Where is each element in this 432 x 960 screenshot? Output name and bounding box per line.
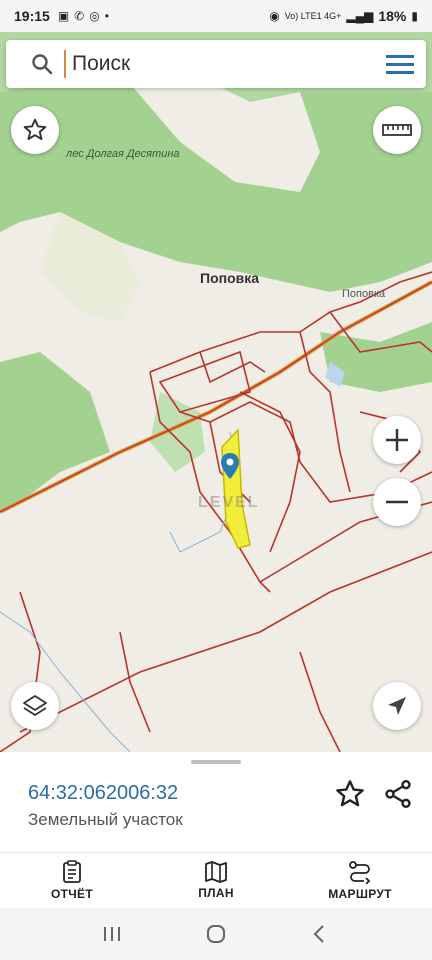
nav-report[interactable]: ОТЧЁТ xyxy=(0,853,144,908)
hotspot-icon: ◉ xyxy=(269,9,280,23)
village-small-label: Поповка xyxy=(342,288,386,300)
selected-parcel xyxy=(221,428,251,549)
parcel-type: Земельный участок xyxy=(28,810,183,829)
forest-label: лес Долгая Десятина xyxy=(66,148,180,160)
search-bar[interactable] xyxy=(6,40,426,88)
nav-route-label: МАРШРУТ xyxy=(328,887,392,901)
back-icon[interactable] xyxy=(309,923,331,945)
forest-area xyxy=(150,392,205,472)
nav-plan-label: ПЛАН xyxy=(198,886,234,900)
image-icon: ▣ xyxy=(57,9,70,23)
plus-icon xyxy=(386,429,408,451)
ruler-button[interactable] xyxy=(373,106,421,154)
nav-plan[interactable]: ПЛАН xyxy=(144,853,288,908)
parcel-info-sheet[interactable]: 64:32:062006:32 Земельный участок xyxy=(0,752,432,852)
nav-route[interactable]: МАРШРУТ xyxy=(288,853,432,908)
ruler-icon xyxy=(382,124,412,136)
favorite-star-icon[interactable] xyxy=(334,778,366,810)
home-icon[interactable] xyxy=(205,923,227,945)
system-icons: ◉ Vo) LTE1 4G+ ▂▄▆ 18% ▮ xyxy=(269,8,418,24)
missed-call-icon: ✆ xyxy=(74,9,85,23)
network-label: Vo) LTE1 4G+ xyxy=(284,11,342,21)
map-view[interactable]: лес Долгая Десятина Поповка Поповка LEVE… xyxy=(0,32,432,752)
search-input[interactable] xyxy=(64,50,374,78)
nav-report-label: ОТЧЁТ xyxy=(51,887,93,901)
map-canvas[interactable] xyxy=(0,32,432,752)
stream xyxy=(0,611,131,752)
cadastral-number: 64:32:062006:32 xyxy=(28,782,179,804)
star-icon xyxy=(23,118,47,140)
sheet-drag-handle[interactable] xyxy=(191,760,241,764)
dot-icon: • xyxy=(104,9,109,23)
notification-icons: ▣ ✆ ◎ • xyxy=(58,9,109,23)
minus-icon xyxy=(386,500,408,504)
status-bar: 19:15 ▣ ✆ ◎ • ◉ Vo) LTE1 4G+ ▂▄▆ 18% ▮ xyxy=(0,0,432,32)
clipboard-icon xyxy=(63,860,81,883)
share-icon[interactable] xyxy=(382,778,414,810)
layers-button[interactable] xyxy=(11,682,59,730)
menu-icon[interactable] xyxy=(374,40,426,88)
favorites-button[interactable] xyxy=(11,106,59,154)
signal-icon: ▂▄▆ xyxy=(346,9,374,23)
navigation-arrow-icon xyxy=(388,697,406,715)
battery-level: 18% xyxy=(378,8,407,24)
village-label: Поповка xyxy=(200,270,260,286)
forest-area xyxy=(0,352,110,512)
watermark-logo: LEVEL xyxy=(198,494,260,511)
zoom-out-button[interactable] xyxy=(373,478,421,526)
battery-icon: ▮ xyxy=(411,9,418,23)
recent-apps-icon[interactable] xyxy=(101,924,123,944)
route-icon xyxy=(349,861,371,884)
zoom-in-button[interactable] xyxy=(373,416,421,464)
my-location-button[interactable] xyxy=(373,682,421,730)
system-navigation-bar xyxy=(0,908,432,960)
status-time: 19:15 xyxy=(14,8,50,24)
map-icon xyxy=(205,861,227,883)
location-marker-icon[interactable] xyxy=(220,452,240,480)
layers-icon xyxy=(23,695,47,716)
search-icon[interactable] xyxy=(20,40,64,88)
bottom-navigation: ОТЧЁТ ПЛАН МАРШРУТ xyxy=(0,852,432,908)
viber-icon: ◎ xyxy=(89,9,100,23)
